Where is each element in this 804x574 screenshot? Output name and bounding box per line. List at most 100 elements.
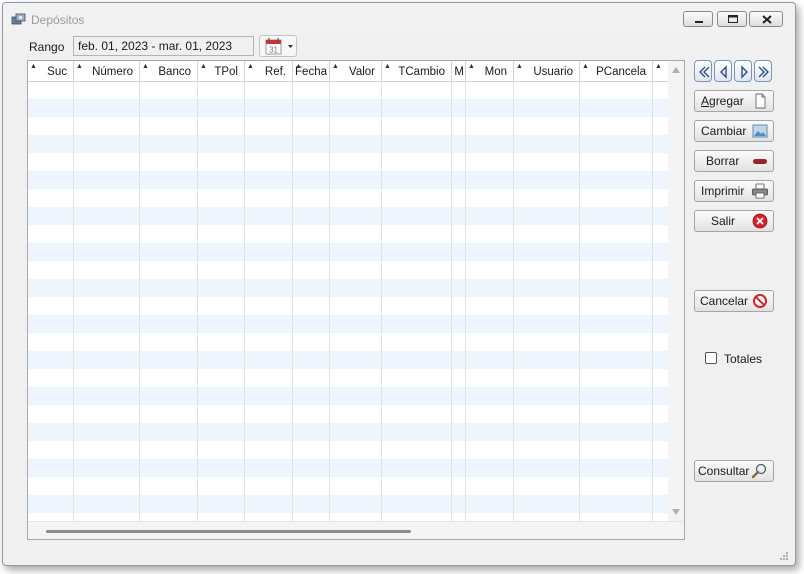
grid-row[interactable] [28, 279, 668, 297]
consultar-label: Consultar [698, 464, 750, 478]
column-header-ref[interactable]: ▲ Ref. [245, 61, 293, 81]
exit-icon [752, 213, 768, 229]
horizontal-scroll-thumb[interactable] [46, 530, 411, 533]
consultar-button[interactable]: Consultar [694, 460, 774, 482]
column-divider [465, 81, 466, 521]
sort-arrow-icon: ▲ [142, 63, 149, 70]
grid-row[interactable] [28, 81, 668, 99]
column-divider [381, 81, 382, 521]
grid-row[interactable] [28, 153, 668, 171]
sort-arrow-icon: ▲ [582, 63, 589, 70]
sort-arrow-icon: ▲ [384, 63, 391, 70]
column-divider [244, 81, 245, 521]
grid-header: ▲ Suc ▲ Número ▲ Banco ▲ TPol ▲ Ref. ▲ F… [28, 61, 668, 82]
column-divider [579, 81, 580, 521]
grid-row[interactable] [28, 459, 668, 477]
grid-row[interactable] [28, 117, 668, 135]
edit-image-icon [752, 124, 768, 138]
grid-row[interactable] [28, 423, 668, 441]
calendar-icon: 31 [265, 38, 293, 55]
sort-arrow-icon: ▲ [295, 63, 302, 70]
cambiar-label: Cambiar [701, 124, 747, 138]
sort-arrow-icon: ▲ [247, 63, 254, 70]
borrar-button[interactable]: Borrar [694, 150, 774, 172]
grid-row[interactable] [28, 135, 668, 153]
grid-row[interactable] [28, 243, 668, 261]
printer-icon [752, 183, 768, 199]
grid-row[interactable] [28, 99, 668, 117]
resize-grip-icon[interactable] [779, 551, 789, 561]
sort-arrow-icon: ▲ [516, 63, 523, 70]
grid-row[interactable] [28, 477, 668, 495]
grid-row[interactable] [28, 189, 668, 207]
totales-label: Totales [724, 352, 763, 366]
next-record-button[interactable] [734, 60, 752, 82]
previous-icon [720, 65, 727, 79]
minus-icon [753, 159, 767, 164]
close-button[interactable] [749, 11, 783, 27]
grid-row[interactable] [28, 441, 668, 459]
column-header-banco[interactable]: ▲ Banco [140, 61, 198, 81]
deposits-grid[interactable]: ▲ Suc ▲ Número ▲ Banco ▲ TPol ▲ Ref. ▲ F… [27, 60, 685, 540]
grid-row[interactable] [28, 297, 668, 315]
borrar-label: Borrar [706, 154, 740, 168]
sort-arrow-icon: ▲ [76, 63, 83, 70]
column-divider [73, 81, 74, 521]
column-divider [197, 81, 198, 521]
grid-row[interactable] [28, 225, 668, 243]
vertical-scrollbar[interactable] [668, 61, 684, 521]
agregar-button[interactable]: Agregar [694, 90, 774, 112]
title-bar[interactable]: Depósitos [3, 3, 795, 33]
grid-row[interactable] [28, 387, 668, 405]
column-header-suc[interactable]: ▲ Suc [28, 61, 74, 81]
cambiar-button[interactable]: Cambiar [694, 120, 774, 142]
grid-row[interactable] [28, 405, 668, 423]
salir-button[interactable]: Salir [694, 210, 774, 232]
grid-row[interactable] [28, 495, 668, 513]
imprimir-button[interactable]: Imprimir [694, 180, 774, 202]
sort-arrow-icon: ▲ [655, 63, 662, 70]
grid-body[interactable] [28, 81, 668, 521]
grid-row[interactable] [28, 369, 668, 387]
last-record-button[interactable] [754, 60, 772, 82]
rango-label: Rango [29, 40, 65, 54]
column-header-m[interactable]: M [452, 61, 466, 81]
cancelar-label: Cancelar [700, 294, 749, 308]
column-divider [513, 81, 514, 521]
grid-row[interactable] [28, 351, 668, 369]
agregar-label: gregar [709, 94, 744, 108]
maximize-button[interactable] [717, 11, 747, 27]
window-title: Depósitos [31, 13, 85, 27]
new-document-icon [755, 93, 766, 109]
totales-checkbox[interactable] [705, 352, 717, 364]
scroll-up-icon[interactable] [672, 67, 680, 73]
scroll-down-icon[interactable] [672, 509, 680, 515]
previous-record-button[interactable] [714, 60, 732, 82]
column-header-tcambio[interactable]: ▲ TCambio [382, 61, 452, 81]
grid-row[interactable] [28, 171, 668, 189]
first-icon [699, 66, 710, 78]
agregar-accesskey: A [701, 94, 710, 108]
column-header-tpol[interactable]: ▲ TPol [198, 61, 245, 81]
cancelar-button[interactable]: Cancelar [694, 290, 774, 312]
column-divider [292, 81, 293, 521]
minimize-button[interactable] [683, 11, 713, 27]
date-range-input[interactable] [73, 36, 254, 56]
grid-row[interactable] [28, 333, 668, 351]
column-header-pcancela[interactable]: ▲ PCancela [580, 61, 653, 81]
horizontal-scrollbar[interactable] [28, 521, 684, 539]
column-header-usuario[interactable]: ▲ Usuario [514, 61, 580, 81]
column-header-valor[interactable]: ▲ Valor [330, 61, 382, 81]
grid-row[interactable] [28, 261, 668, 279]
column-header-fecha[interactable]: ▲ Fecha [293, 61, 330, 81]
grid-row[interactable] [28, 315, 668, 333]
column-header-numero[interactable]: ▲ Número [74, 61, 140, 81]
salir-label: Salir [711, 214, 736, 228]
sort-arrow-icon: ▲ [200, 63, 207, 70]
grid-row[interactable] [28, 207, 668, 225]
maximize-icon [728, 15, 738, 23]
first-record-button[interactable] [694, 60, 712, 82]
calendar-picker-button[interactable]: 31 [259, 35, 297, 57]
column-header-mon[interactable]: ▲ Mon [466, 61, 514, 81]
column-header-extra[interactable]: ▲ [653, 61, 668, 81]
